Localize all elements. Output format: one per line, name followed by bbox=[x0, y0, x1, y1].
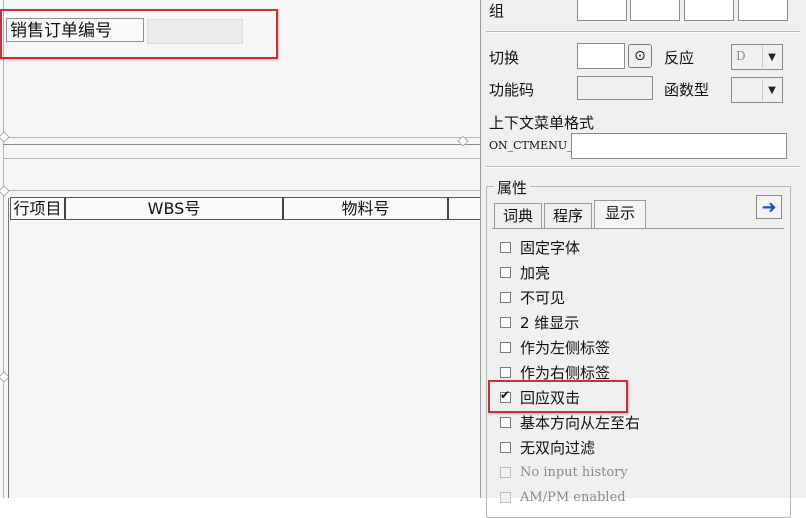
group-label: 组 bbox=[489, 2, 505, 20]
checkbox-row[interactable]: 加亮 bbox=[500, 262, 550, 282]
context-menu-prefix: ON_CTMENU_ bbox=[489, 139, 573, 152]
checkbox[interactable] bbox=[500, 266, 511, 278]
context-menu-label: 上下文菜单格式 bbox=[489, 114, 595, 132]
column-header-item[interactable]: 行项目 bbox=[11, 198, 66, 219]
group-field-2[interactable] bbox=[630, 0, 680, 21]
checkbox-label: 回应双击 bbox=[520, 388, 581, 407]
separator bbox=[486, 31, 800, 33]
toggle-label: 切换 bbox=[489, 49, 520, 67]
checkbox-label: AM/PM enabled bbox=[520, 489, 626, 505]
checkmark-icon: ✔ bbox=[500, 387, 511, 402]
checkbox-label: 作为右侧标签 bbox=[520, 363, 611, 382]
column-header-material[interactable]: 物料号 bbox=[284, 198, 449, 219]
column-header-wbs[interactable]: WBS号 bbox=[66, 198, 284, 219]
checkbox[interactable] bbox=[500, 416, 511, 428]
checkbox-row[interactable]: 固定字体 bbox=[500, 237, 580, 257]
toggle-field[interactable] bbox=[577, 43, 625, 69]
response-dropdown[interactable]: D ▼ bbox=[731, 44, 783, 70]
checkbox bbox=[500, 491, 511, 503]
checkbox-label: 2 维显示 bbox=[520, 313, 580, 332]
checkbox-row[interactable]: 基本方向从左至右 bbox=[500, 412, 640, 432]
separator bbox=[486, 166, 800, 168]
function-code-field[interactable] bbox=[577, 76, 653, 100]
checkbox[interactable] bbox=[500, 441, 511, 453]
chevron-down-icon[interactable]: ▼ bbox=[762, 79, 781, 101]
group-field-3[interactable] bbox=[684, 0, 734, 21]
checkbox[interactable] bbox=[500, 316, 511, 328]
function-type-dropdown[interactable]: ▼ bbox=[731, 77, 783, 103]
checkbox-label: 基本方向从左至右 bbox=[520, 413, 641, 432]
screen-layout-canvas bbox=[0, 0, 480, 498]
checkbox[interactable]: ✔ bbox=[500, 388, 511, 403]
table-control-header: 行项目 WBS号 物料号 bbox=[10, 197, 481, 220]
checkbox[interactable] bbox=[500, 241, 511, 253]
chevron-down-icon[interactable]: ▼ bbox=[762, 46, 781, 68]
checkbox-label: 不可见 bbox=[520, 288, 566, 307]
checkbox-label: 作为左侧标签 bbox=[520, 338, 611, 357]
checkbox-label: 加亮 bbox=[520, 263, 551, 282]
arrow-right-icon[interactable]: ➜ bbox=[756, 195, 782, 219]
context-menu-input[interactable] bbox=[571, 133, 787, 159]
checkbox-row[interactable]: 无双向过滤 bbox=[500, 437, 595, 457]
checkbox[interactable] bbox=[500, 291, 511, 303]
highlight-frame-field bbox=[0, 9, 278, 59]
checkbox-row[interactable]: 作为右侧标签 bbox=[500, 362, 610, 382]
group-field-4[interactable] bbox=[738, 0, 788, 21]
properties-title: 属性 bbox=[494, 177, 531, 198]
tab-program[interactable]: 程序 bbox=[544, 203, 592, 228]
group-field-1[interactable] bbox=[577, 0, 627, 21]
checkbox-row: No input history bbox=[500, 462, 628, 482]
tab-display[interactable]: 显示 bbox=[594, 200, 646, 228]
checkbox-row[interactable]: 2 维显示 bbox=[500, 312, 579, 332]
function-type-label: 函数型 bbox=[664, 81, 710, 99]
target-icon[interactable]: ⊙ bbox=[628, 44, 652, 68]
response-label: 反应 bbox=[664, 49, 695, 67]
checkbox[interactable] bbox=[500, 341, 511, 353]
tab-dictionary[interactable]: 词典 bbox=[494, 203, 542, 228]
checkbox-label: 无双向过滤 bbox=[520, 438, 596, 457]
checkbox-row[interactable]: 作为左侧标签 bbox=[500, 337, 610, 357]
checkbox[interactable] bbox=[500, 366, 511, 378]
checkbox-row[interactable]: ✔ 回应双击 bbox=[500, 387, 580, 407]
checkbox-row[interactable]: 不可见 bbox=[500, 287, 565, 307]
checkbox bbox=[500, 466, 511, 478]
checkbox-label: No input history bbox=[520, 464, 628, 480]
checkbox-label: 固定字体 bbox=[520, 238, 581, 257]
response-value: D bbox=[736, 49, 746, 63]
checkbox-row: AM/PM enabled bbox=[500, 487, 626, 507]
function-code-label: 功能码 bbox=[489, 81, 535, 99]
